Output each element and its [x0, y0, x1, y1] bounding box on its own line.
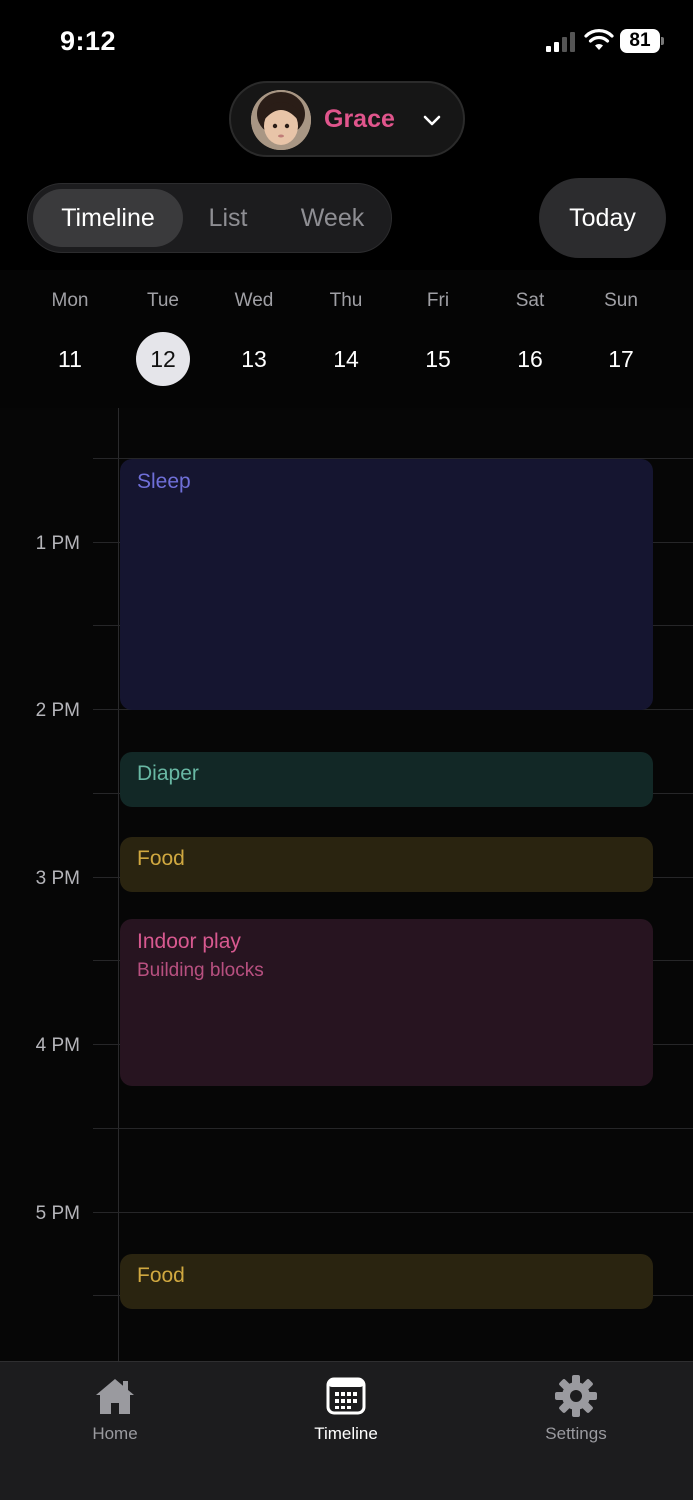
avatar	[251, 90, 311, 150]
day-number: 13	[241, 346, 267, 372]
day-name: Sun	[604, 290, 638, 311]
tab-home[interactable]: Home	[50, 1374, 180, 1444]
tab-label: Timeline	[314, 1424, 378, 1443]
tab-timeline[interactable]: Timeline	[281, 1374, 411, 1444]
status-bar: 9:12 81	[0, 0, 693, 80]
cellular-signal-icon	[546, 32, 575, 52]
timeline-view[interactable]: 1 PM 2 PM 3 PM 4 PM 5 PM Sleep Diaper Fo…	[0, 408, 693, 1361]
battery-level: 81	[620, 29, 660, 53]
gridline	[93, 1128, 693, 1129]
hour-label: 1 PM	[35, 533, 80, 554]
day-number: 16	[517, 346, 543, 372]
hour-label: 5 PM	[35, 1203, 80, 1224]
hour-label: 4 PM	[35, 1035, 80, 1056]
event-title: Food	[137, 847, 185, 870]
today-button[interactable]: Today	[539, 178, 666, 258]
day-sat[interactable]: Sat 16	[500, 290, 560, 386]
wifi-icon	[584, 29, 614, 50]
time-axis-line	[118, 408, 119, 1361]
week-day-strip: Mon 11 Tue 12 Wed 13 Thu 14 Fri 15 Sat 1…	[0, 270, 693, 408]
profile-selector[interactable]: Grace	[229, 81, 465, 157]
event-title: Diaper	[137, 762, 199, 785]
calendar-icon	[326, 1377, 366, 1415]
day-thu[interactable]: Thu 14	[316, 290, 376, 386]
tab-label: Home	[92, 1424, 138, 1443]
day-fri[interactable]: Fri 15	[408, 290, 468, 386]
chevron-down-icon[interactable]	[421, 109, 443, 131]
event-title: Indoor play	[137, 930, 241, 953]
event-title: Sleep	[137, 470, 191, 493]
day-number: 11	[58, 346, 82, 372]
day-name: Wed	[234, 290, 274, 311]
hour-label: 2 PM	[35, 700, 80, 721]
view-mode-segmented-control: Timeline List Week	[27, 183, 392, 253]
status-time: 9:12	[60, 26, 117, 56]
profile-name: Grace	[324, 105, 395, 133]
day-sun[interactable]: Sun 17	[591, 290, 651, 386]
event-indoor-play[interactable]: Indoor play Building blocks	[120, 919, 653, 1086]
tab-label: Settings	[545, 1424, 607, 1443]
gridline	[93, 1212, 693, 1213]
tab-bar: Home Timeline Settings	[0, 1361, 693, 1500]
segment-list[interactable]: List	[198, 189, 258, 247]
day-mon[interactable]: Mon 11	[40, 290, 100, 386]
day-number: 15	[425, 346, 451, 372]
event-food[interactable]: Food	[120, 837, 653, 892]
tab-settings[interactable]: Settings	[511, 1374, 641, 1444]
selected-day-number: 12	[136, 332, 190, 386]
day-name: Fri	[426, 290, 450, 311]
day-name: Tue	[146, 290, 180, 311]
segment-week[interactable]: Week	[290, 189, 375, 247]
battery-icon: 81	[620, 29, 664, 53]
day-name: Thu	[329, 290, 363, 311]
day-number: 17	[608, 346, 634, 372]
segment-timeline[interactable]: Timeline	[33, 189, 183, 247]
day-name: Mon	[51, 290, 89, 311]
day-number: 14	[333, 346, 359, 372]
day-tue[interactable]: Tue 12	[133, 290, 193, 386]
hour-label: 3 PM	[35, 868, 80, 889]
day-wed[interactable]: Wed 13	[224, 290, 284, 386]
event-diaper[interactable]: Diaper	[120, 752, 653, 807]
event-title: Food	[137, 1264, 185, 1287]
event-subtitle: Building blocks	[137, 960, 264, 981]
event-sleep[interactable]: Sleep	[120, 459, 653, 710]
gear-icon	[555, 1375, 597, 1417]
day-name: Sat	[515, 290, 545, 311]
home-icon	[96, 1379, 134, 1414]
event-food[interactable]: Food	[120, 1254, 653, 1309]
